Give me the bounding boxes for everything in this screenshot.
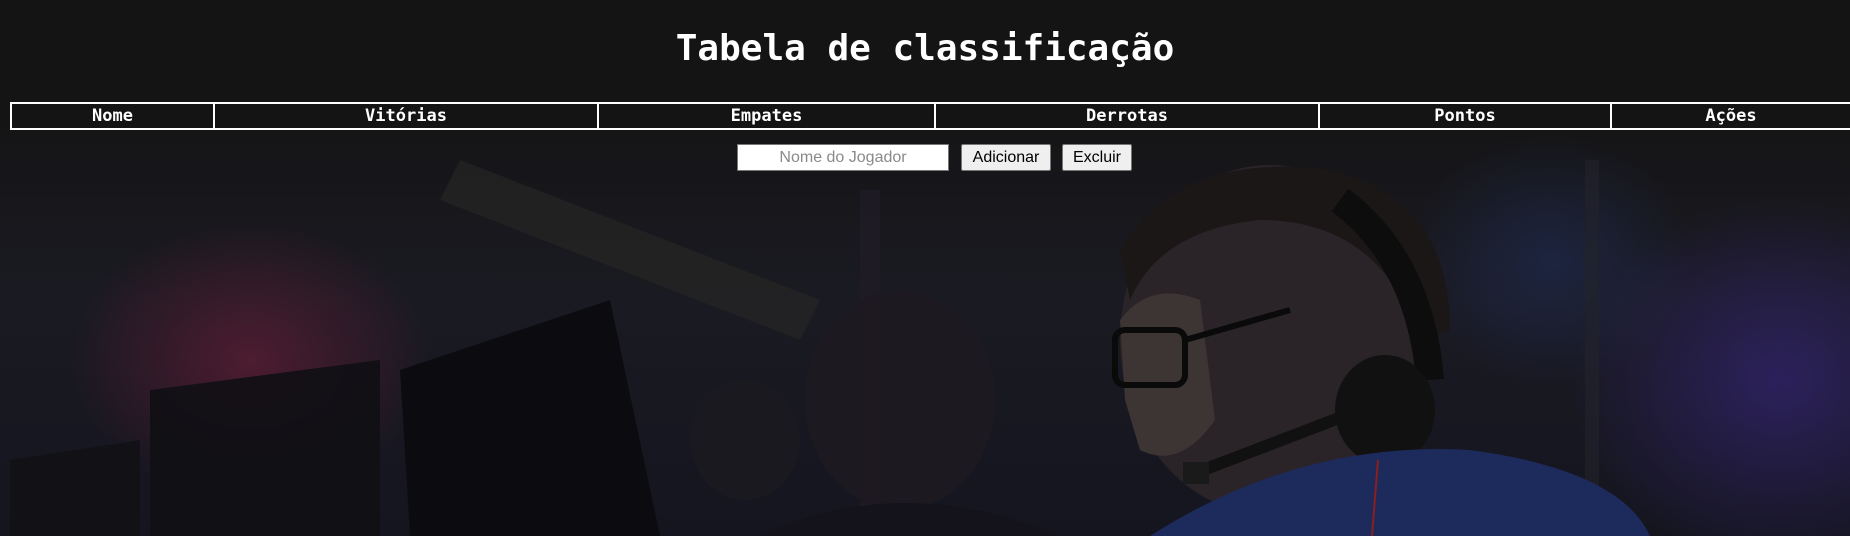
page-title: Tabela de classificação <box>675 28 1175 69</box>
leaderboard-table: Nome Vitórias Empates Derrotas Pontos Aç… <box>10 102 1850 130</box>
player-name-input[interactable] <box>737 144 949 171</box>
player-form: Adicionar Excluir <box>0 144 1850 172</box>
add-button[interactable]: Adicionar <box>961 144 1051 171</box>
column-header-empates: Empates <box>597 102 936 130</box>
column-header-acoes: Ações <box>1610 102 1850 130</box>
column-header-pontos: Pontos <box>1318 102 1612 130</box>
column-header-nome: Nome <box>10 102 215 130</box>
column-header-derrotas: Derrotas <box>934 102 1320 130</box>
background-photo <box>0 0 1850 536</box>
delete-button[interactable]: Excluir <box>1062 144 1132 171</box>
column-header-vitorias: Vitórias <box>213 102 599 130</box>
table-header-row: Nome Vitórias Empates Derrotas Pontos Aç… <box>10 102 1850 130</box>
